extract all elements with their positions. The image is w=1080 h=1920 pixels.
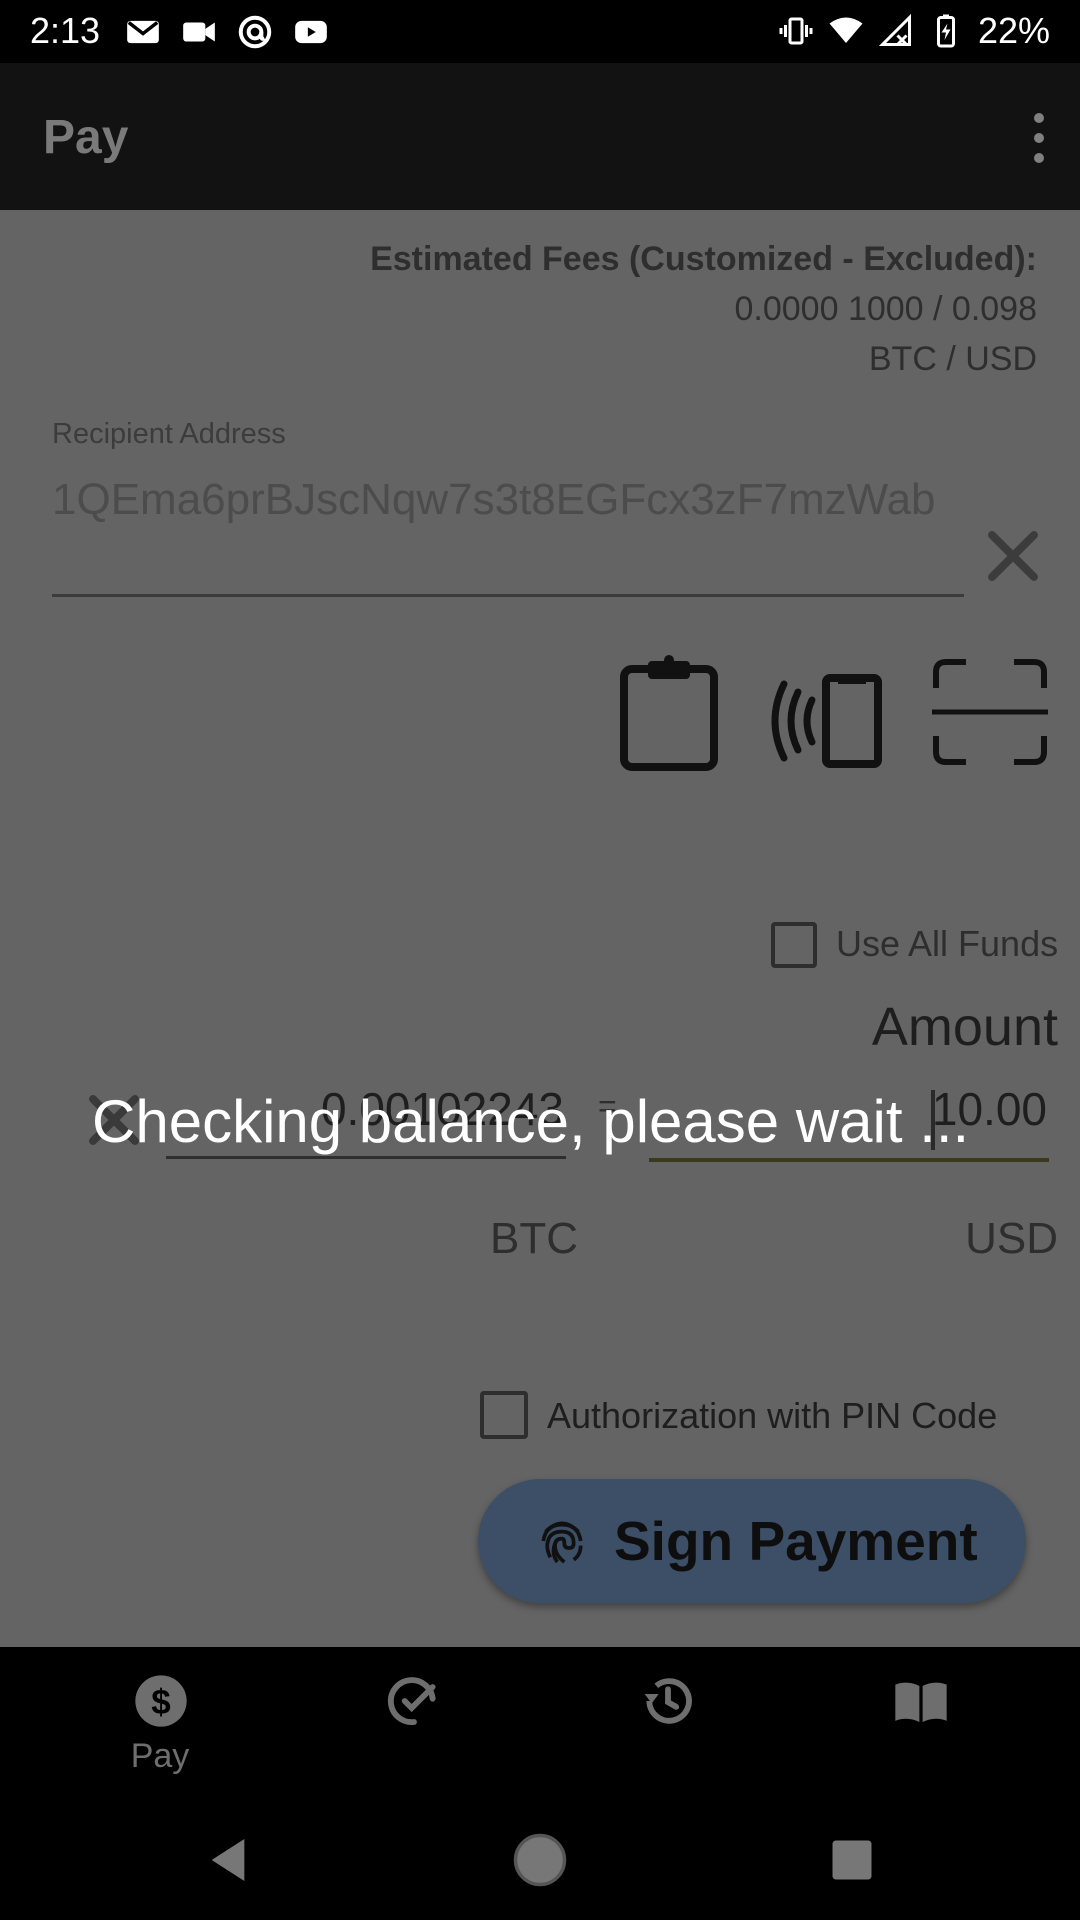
battery-charging-icon bbox=[936, 14, 955, 48]
scan-icon[interactable] bbox=[932, 658, 1048, 766]
sign-payment-button[interactable]: Sign Payment bbox=[478, 1479, 1026, 1603]
usd-unit-label: USD bbox=[965, 1214, 1058, 1263]
at-sign-icon bbox=[238, 15, 272, 49]
system-status: 22% bbox=[778, 10, 1050, 52]
btc-unit-label: BTC bbox=[490, 1214, 578, 1263]
use-all-funds-label: Use All Funds bbox=[836, 923, 1059, 964]
dollar-icon: $ bbox=[135, 1675, 187, 1727]
sign-payment-label: Sign Payment bbox=[614, 1510, 978, 1572]
recipient-address-label: Recipient Address bbox=[52, 418, 286, 450]
estimated-fees-value: 0.0000 1000 / 0.098 bbox=[734, 290, 1038, 328]
wifi-icon bbox=[829, 17, 863, 43]
gmail-icon bbox=[127, 20, 159, 44]
nav-item-pay[interactable]: $ Pay bbox=[25, 1647, 295, 1800]
svg-text:$: $ bbox=[151, 1683, 170, 1722]
battery-percentage: 22% bbox=[977, 10, 1050, 51]
pin-authorization-label: Authorization with PIN Code bbox=[547, 1395, 998, 1436]
nav-item-pay-label: Pay bbox=[130, 1737, 190, 1775]
no-signal-icon bbox=[878, 13, 911, 46]
status-bar: 2:13 22% bbox=[0, 0, 1080, 63]
nfc-icon[interactable] bbox=[768, 670, 884, 770]
use-all-funds-checkbox[interactable] bbox=[771, 922, 817, 968]
more-vertical-icon[interactable] bbox=[1024, 113, 1054, 163]
fingerprint-icon bbox=[541, 1521, 583, 1564]
home-icon[interactable] bbox=[512, 1832, 568, 1888]
youtube-icon bbox=[295, 20, 327, 44]
loading-message: Checking balance, please wait ... bbox=[92, 1088, 970, 1155]
vibrate-icon bbox=[779, 17, 813, 45]
bottom-navigation: $ Pay bbox=[0, 1647, 1080, 1800]
back-icon[interactable] bbox=[200, 1832, 256, 1888]
video-camera-icon bbox=[183, 22, 215, 42]
recipient-address-input[interactable]: 1QEma6prBJscNqw7s3t8EGFcx3zF7mzWab bbox=[52, 470, 964, 597]
nav-item-receive[interactable] bbox=[278, 1647, 548, 1800]
book-icon bbox=[895, 1682, 947, 1722]
recents-icon[interactable] bbox=[826, 1834, 878, 1886]
receive-icon bbox=[387, 1677, 436, 1725]
nav-item-book[interactable] bbox=[785, 1647, 1055, 1800]
status-time: 2:13 bbox=[30, 10, 101, 51]
system-navigation-bar bbox=[0, 1800, 1080, 1920]
close-icon[interactable] bbox=[985, 528, 1041, 584]
pay-form: Estimated Fees (Customized - Excluded): … bbox=[0, 210, 1080, 1647]
nav-item-history[interactable] bbox=[532, 1647, 802, 1800]
history-icon bbox=[644, 1678, 692, 1724]
clipboard-icon[interactable] bbox=[618, 655, 720, 771]
app-bar: Pay bbox=[0, 63, 1080, 210]
amount-title: Amount bbox=[871, 997, 1058, 1057]
estimated-fees-label: Estimated Fees (Customized - Excluded): bbox=[370, 240, 1037, 278]
notification-icons bbox=[124, 13, 330, 51]
estimated-fees-unit: BTC / USD bbox=[868, 340, 1037, 378]
page-title: Pay bbox=[43, 111, 129, 164]
pin-authorization-checkbox[interactable] bbox=[480, 1391, 528, 1439]
